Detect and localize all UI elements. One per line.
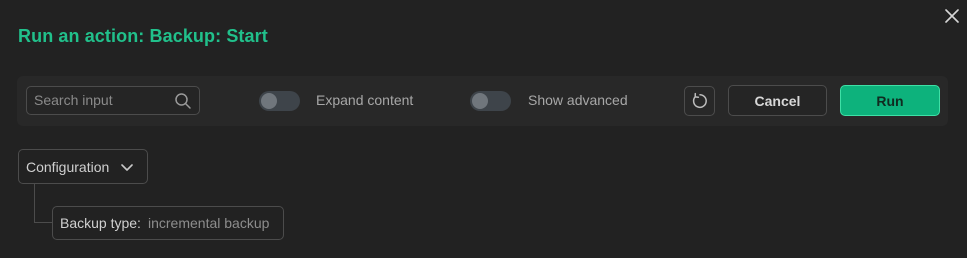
search-input[interactable] [34,87,169,113]
expand-content-label: Expand content [316,92,414,108]
reset-button[interactable] [684,86,715,116]
toggle-knob [261,93,277,109]
close-icon [945,9,959,23]
tree-connector [34,184,53,223]
show-advanced-label: Show advanced [528,92,628,108]
chevron-down-icon [121,164,133,171]
show-advanced-toggle[interactable] [470,91,511,111]
backup-type-label: Backup type: [60,215,141,231]
backup-type-field[interactable]: Backup type: incremental backup [52,206,284,240]
cancel-button[interactable]: Cancel [728,85,827,116]
reset-icon [692,92,707,109]
run-action-dialog: Run an action: Backup: Start Expand cont… [0,0,967,258]
toggle-knob [472,93,488,109]
close-button[interactable] [941,5,963,27]
run-button[interactable]: Run [840,85,940,116]
configuration-dropdown[interactable]: Configuration [18,149,148,184]
backup-type-value: incremental backup [148,215,270,231]
search-icon[interactable] [174,92,192,110]
dialog-title: Run an action: Backup: Start [18,26,268,46]
expand-content-toggle[interactable] [259,91,300,111]
configuration-label: Configuration [26,159,110,175]
search-box [26,86,200,115]
